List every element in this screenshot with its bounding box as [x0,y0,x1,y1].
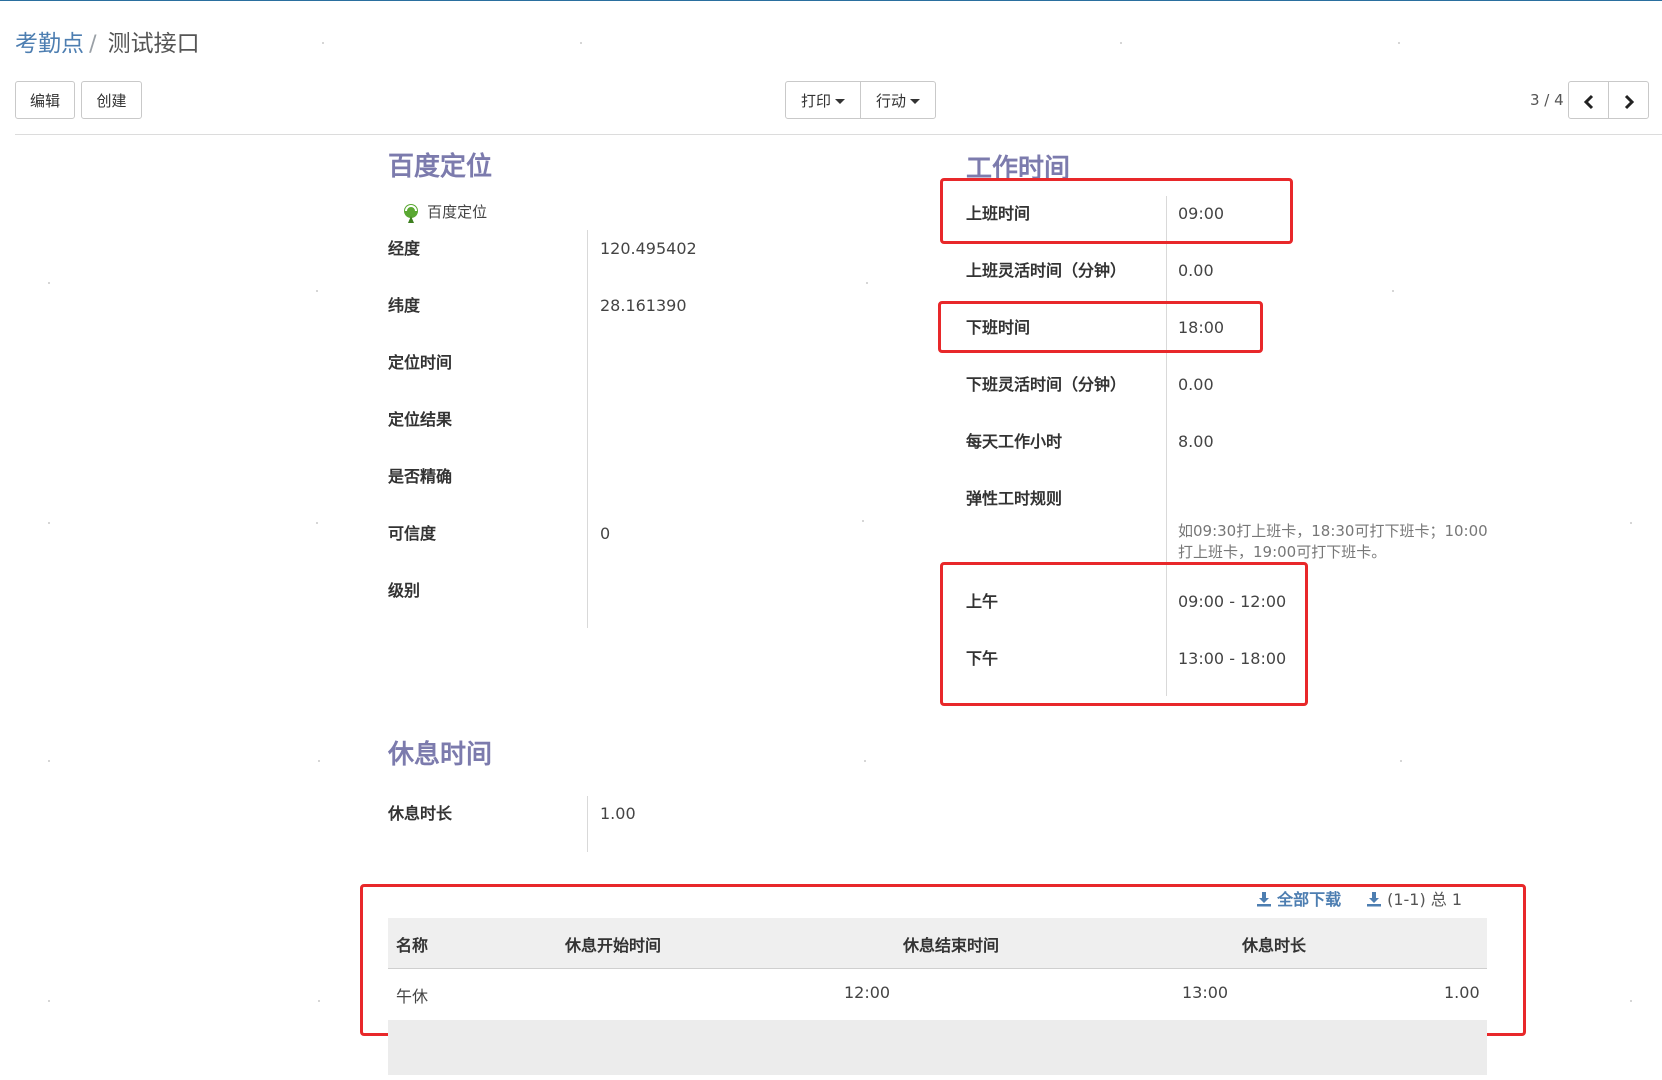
download-icon [1257,892,1271,907]
field-label-flex-rule: 弹性工时规则 [966,489,1063,508]
background-dot [316,522,318,524]
previous-record-button[interactable] [1568,81,1609,119]
print-label: 打印 [800,92,831,110]
edit-button[interactable]: 编辑 [15,81,75,119]
cell-name: 午休 [396,987,429,1006]
field-label-daily-hours: 每天工作小时 [966,432,1063,451]
field-label-locate-time: 定位时间 [388,353,453,372]
cell-duration: 1.00 [1444,983,1480,1002]
rest-table-footer [388,1020,1487,1075]
download-all-link[interactable]: 全部下载 [1256,886,1341,910]
field-label-check-in-flex: 上班灵活时间（分钟） [966,261,1127,280]
highlight-box-shifts [940,562,1308,706]
download-icon [1367,892,1381,907]
breadcrumb-parent-link[interactable]: 考勤点 [15,31,84,57]
action-label: 行动 [875,92,906,110]
record-pager-counter: 3 / 4 [1530,91,1564,109]
background-dot [48,522,50,524]
column-header-name[interactable]: 名称 [396,932,428,956]
field-label-locate-result: 定位结果 [388,410,453,429]
next-record-button[interactable] [1608,81,1649,119]
field-value-rest-duration: 1.00 [600,804,636,823]
top-accent-line [0,0,1662,1]
table-pager-text: (1-1) 总 1 [1387,890,1463,909]
chevron-right-icon [1624,94,1634,109]
breadcrumb-current: 测试接口 [107,31,200,57]
field-label-longitude: 经度 [388,239,421,258]
background-dot [48,760,50,762]
flex-rule-hint: 如09:30打上班卡，18:30可打下班卡；10:00打上班卡，19:00可打下… [1178,522,1488,561]
field-label-level: 级别 [388,581,421,600]
rest-section-title: 休息时间 [388,740,493,770]
table-row[interactable]: 午休 12:00 13:00 1.00 [388,969,1487,1019]
toolbar-divider [15,134,1662,135]
column-header-start[interactable]: 休息开始时间 [565,932,661,956]
field-value-check-out-flex: 0.00 [1178,375,1214,394]
background-dot [866,282,868,284]
background-dot [322,42,324,44]
breadcrumb: 考勤点 / 测试接口 [15,24,200,58]
download-all-label: 全部下载 [1277,890,1342,909]
field-label-is-accurate: 是否精确 [388,467,453,486]
background-dot [864,760,866,762]
background-dot [318,760,320,762]
cell-start: 12:00 [844,983,891,1002]
field-value-longitude: 120.495402 [600,239,697,258]
location-section-title: 百度定位 [388,152,493,182]
background-dot [48,282,50,284]
field-value-confidence: 0 [600,524,611,543]
caret-down-icon [910,99,920,104]
field-label-rest-duration: 休息时长 [388,804,453,823]
field-value-latitude: 28.161390 [600,296,687,315]
background-dot [580,42,582,44]
background-dot [318,1000,320,1002]
breadcrumb-separator: / [89,32,97,57]
table-pager[interactable]: (1-1) 总 1 [1366,886,1462,910]
action-dropdown-button[interactable]: 行动 [860,81,936,119]
baidu-map-link[interactable]: 百度定位 [400,201,487,224]
background-dot [1120,42,1122,44]
background-dot [1400,760,1402,762]
rest-field-divider [587,796,588,852]
highlight-box-check-in [940,178,1293,244]
background-dot [862,520,864,522]
background-dot [1630,522,1632,524]
map-locate-icon [404,203,418,223]
cell-end: 13:00 [1182,983,1229,1002]
location-field-divider [587,230,588,628]
background-dot [1398,42,1400,44]
background-dot [316,290,318,292]
create-button[interactable]: 创建 [81,81,142,119]
field-label-check-out-flex: 下班灵活时间（分钟） [966,375,1127,394]
baidu-map-link-label: 百度定位 [427,203,488,221]
field-value-check-in-flex: 0.00 [1178,261,1214,280]
highlight-box-check-out [938,301,1263,353]
field-label-latitude: 纬度 [388,296,421,315]
column-header-duration[interactable]: 休息时长 [1242,932,1306,956]
rest-table-header: 名称 休息开始时间 休息结束时间 休息时长 [388,918,1487,969]
field-value-daily-hours: 8.00 [1178,432,1214,451]
background-dot [1392,290,1394,292]
print-dropdown-button[interactable]: 打印 [785,81,861,119]
chevron-left-icon [1583,94,1593,109]
caret-down-icon [835,99,845,104]
field-label-confidence: 可信度 [388,524,437,543]
column-header-end[interactable]: 休息结束时间 [903,932,999,956]
background-dot [48,1000,50,1002]
background-dot [1630,1000,1632,1002]
